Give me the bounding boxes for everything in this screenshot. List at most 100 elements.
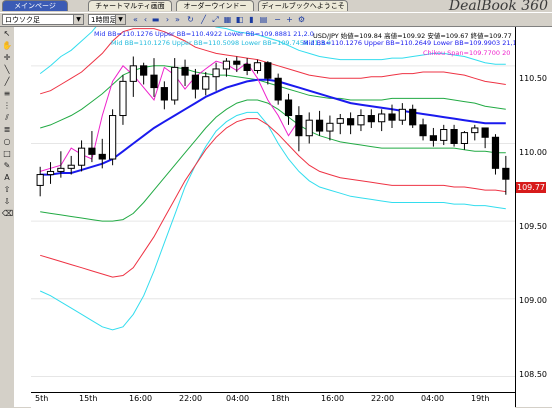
candle-body — [336, 118, 344, 124]
channel-icon[interactable]: ⫽ — [2, 113, 12, 123]
candle-body — [450, 129, 458, 144]
candle-body — [460, 132, 469, 144]
legend-bb-cyan: Mid BB=110.1276 Upper BB=110.5098 Lower … — [111, 39, 331, 47]
tab-welcome[interactable]: ディールブックへようこそ — [258, 0, 348, 11]
time-label: 5th — [35, 394, 49, 403]
ray-icon[interactable]: ╱ — [2, 77, 12, 87]
fibo-icon[interactable]: ≣ — [2, 125, 12, 135]
price-label: 109.00 — [519, 296, 547, 305]
time-axis: 5th 15th 16:00 22:00 04:00 18th 16:00 22… — [31, 392, 515, 408]
chart-type-value: ロウソク足 — [5, 16, 40, 24]
candle-body — [481, 127, 489, 138]
candle-body — [57, 167, 65, 172]
candle-body — [243, 63, 251, 71]
chart-type-select[interactable]: ロウソク足 ▼ — [2, 14, 84, 25]
crosshair-icon[interactable]: ✛ — [2, 53, 12, 63]
trend-icon[interactable]: ⤢ — [210, 14, 221, 25]
candle-body — [88, 147, 96, 155]
legend-bb-darkblue: Mid BB=110.1276 Upper BB=110.2649 Lower … — [303, 39, 523, 47]
refresh-icon[interactable]: ↻ — [185, 14, 196, 25]
hand-icon[interactable]: ✋ — [2, 41, 12, 51]
indicator-icon[interactable]: ◧ — [234, 14, 245, 25]
time-label: 16:00 — [321, 394, 345, 403]
arrow-up-icon[interactable]: ⇧ — [2, 185, 12, 195]
candle-body — [46, 170, 55, 176]
candle-body — [77, 147, 86, 166]
candle-body — [429, 135, 437, 141]
price-label: 108.50 — [519, 370, 547, 379]
trendline-icon[interactable]: ╲ — [2, 65, 12, 75]
candle-body — [253, 62, 262, 71]
chevron-down-icon: ▼ — [73, 15, 83, 24]
line-tool-icon[interactable]: ╱ — [198, 14, 209, 25]
vline-icon[interactable]: ⋮ — [2, 101, 12, 111]
pen-icon[interactable]: ✎ — [2, 161, 12, 171]
time-label: 18th — [271, 394, 290, 403]
candle-body — [274, 77, 282, 101]
settings-icon[interactable]: ⚙ — [296, 14, 307, 25]
candle-body — [398, 108, 406, 121]
arrow-down-icon[interactable]: ⇩ — [2, 197, 12, 207]
price-label: 110.50 — [519, 74, 547, 83]
candle-body — [129, 65, 137, 82]
candle-body — [98, 153, 106, 160]
candle-body — [305, 119, 313, 137]
candle-body — [357, 115, 365, 126]
chart-gutter — [14, 27, 31, 407]
tab-bar: メインページ チャートマルティ画面 オーダーウインドー ディールブックへようこそ… — [0, 0, 552, 14]
zoom-in-icon[interactable]: + — [284, 14, 295, 25]
time-label: 16:00 — [129, 394, 153, 403]
candle-body — [388, 113, 396, 121]
bars-icon[interactable]: ▮ — [246, 14, 257, 25]
chart-canvas — [31, 0, 515, 377]
candle-body — [160, 87, 168, 101]
chevron-down-icon: ▼ — [115, 15, 125, 24]
timeframe-select[interactable]: 1時間足 ▼ — [88, 14, 126, 25]
time-label: 04:00 — [226, 394, 250, 403]
time-label: 04:00 — [421, 394, 445, 403]
candle-body — [109, 115, 117, 160]
candle-body — [36, 174, 44, 186]
time-label: 22:00 — [371, 394, 395, 403]
chart-toolbar: ロウソク足 ▼ 1時間足 ▼ « ‹ ▬ › » ↻ ╱ ⤢ ▦ ◧ ▮ ▤ −… — [0, 12, 552, 27]
tab-main-page[interactable]: メインページ — [2, 0, 68, 11]
time-label: 22:00 — [179, 394, 203, 403]
candle-body — [409, 108, 417, 126]
candle-body — [119, 80, 127, 117]
candle-body — [491, 136, 500, 169]
candle-body — [347, 118, 355, 126]
price-label: 109.50 — [519, 222, 547, 231]
candle-body — [367, 115, 375, 123]
candle-body — [140, 65, 148, 76]
price-chart[interactable]: Mid BB=110.1276 Upper BB=110.4922 Lower … — [31, 0, 523, 392]
text-icon[interactable]: A — [2, 173, 12, 183]
eraser-icon[interactable]: ⌫ — [2, 209, 13, 219]
rectangle-icon[interactable]: □ — [2, 149, 12, 159]
chart-icon[interactable]: ▤ — [258, 14, 269, 25]
hline-icon[interactable]: ≡ — [2, 89, 12, 99]
candle-body — [295, 115, 303, 137]
candle-body — [202, 76, 210, 90]
double-right-icon[interactable]: » — [172, 14, 183, 25]
price-axis: 110.50 110.00 109.50 109.00 108.50 — [515, 27, 552, 407]
grid-icon[interactable]: ▦ — [222, 14, 233, 25]
candle-body — [502, 167, 510, 180]
candle-body — [264, 62, 272, 79]
candle-body — [191, 74, 199, 90]
cursor-icon[interactable]: ↖ — [2, 29, 12, 39]
candle-body — [378, 113, 386, 123]
candle-body — [419, 124, 427, 137]
candle-body — [440, 129, 448, 141]
scroll-bar-icon[interactable]: ▬ — [150, 14, 161, 25]
tab-chart-multi[interactable]: チャートマルティ画面 — [88, 0, 172, 11]
drawing-tools-panel: ↖ ✋ ✛ ╲ ╱ ≡ ⋮ ⫽ ≣ ○ □ ✎ A ⇧ ⇩ ⌫ — [0, 27, 15, 407]
timeframe-value: 1時間足 — [91, 16, 117, 24]
legend-chikou: Chikou Span=109.7700 20 — [423, 49, 511, 57]
legend-bb-blue: Mid BB=110.1276 Upper BB=110.4922 Lower … — [94, 30, 314, 38]
candle-body — [171, 66, 179, 101]
tab-order-window[interactable]: オーダーウインドー — [176, 0, 254, 11]
zoom-out-icon[interactable]: − — [272, 14, 283, 25]
candle-body — [471, 127, 479, 134]
candle-body — [315, 119, 324, 132]
ellipse-icon[interactable]: ○ — [2, 137, 12, 147]
